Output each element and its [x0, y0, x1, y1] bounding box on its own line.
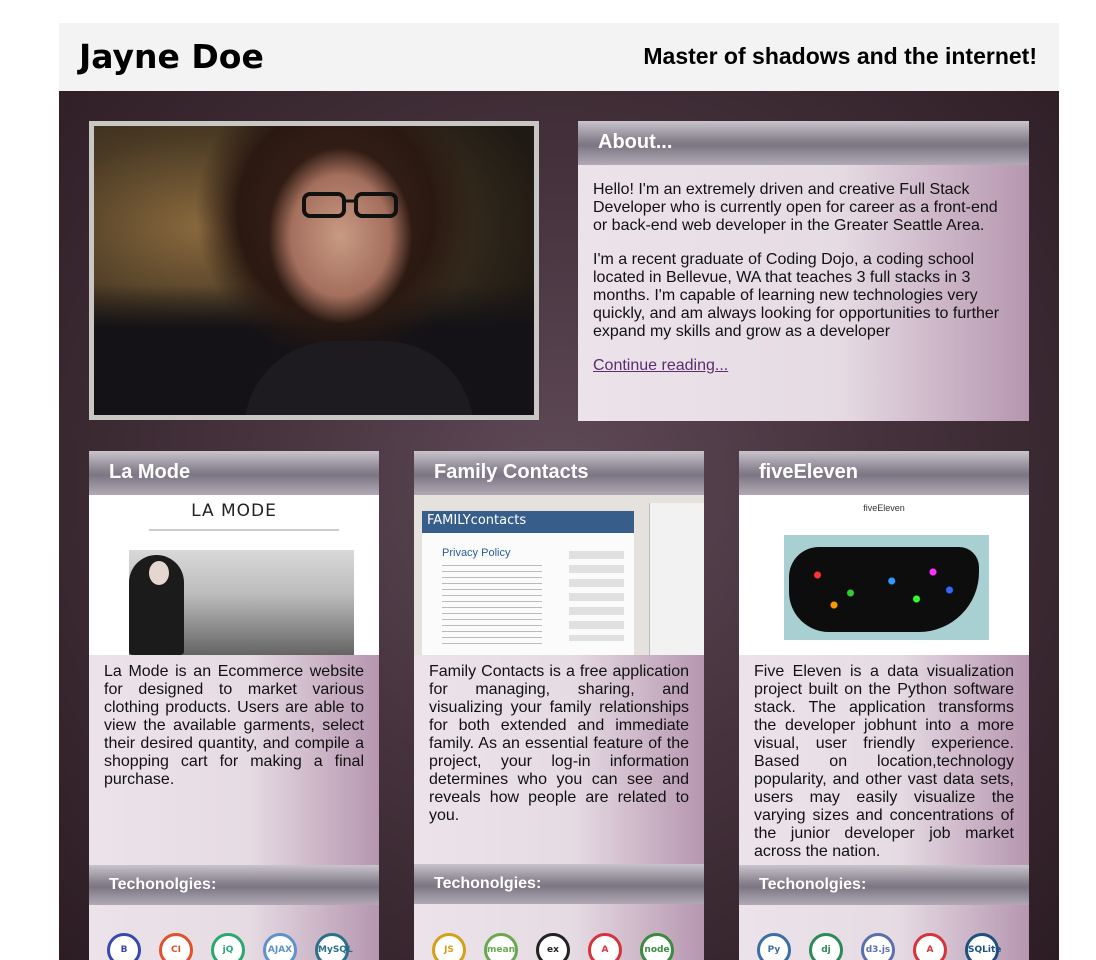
thumb-logo: FAMILYcontacts	[427, 513, 527, 528]
bootstrap-icon[interactable]: B	[107, 933, 141, 960]
project-title: Family Contacts	[434, 461, 589, 483]
mean-icon[interactable]: mean	[484, 933, 518, 960]
project-screenshot[interactable]: LA MODE	[89, 495, 379, 655]
thumb-login-form	[569, 551, 624, 641]
about-paragraph: Hello! I'm an extremely driven and creat…	[593, 181, 998, 234]
javascript-icon[interactable]: JS	[432, 933, 466, 960]
tech-title: Techonolgies:	[109, 876, 217, 893]
sqlite-icon[interactable]: SQLite	[965, 933, 1001, 960]
thumb-map-markers	[801, 557, 966, 617]
project-header: La Mode	[89, 451, 379, 495]
project-title: La Mode	[109, 461, 191, 483]
top-bar: Jayne Doe Master of shadows and the inte…	[59, 23, 1059, 91]
node-icon[interactable]: node	[640, 933, 674, 960]
project-title: fiveEleven	[759, 461, 858, 483]
profile-photo	[94, 126, 534, 415]
ajax-icon[interactable]: AJAX	[263, 933, 297, 960]
glasses-shape	[302, 192, 398, 218]
project-card-family-contacts[interactable]: Family Contacts FAMILYcontacts Privacy P…	[414, 451, 704, 960]
codeigniter-icon[interactable]: CI	[159, 933, 193, 960]
thumb-heading: fiveEleven	[863, 503, 905, 513]
tech-header: Techonolgies:	[414, 864, 704, 904]
project-screenshot[interactable]: fiveEleven	[739, 495, 1029, 655]
python-icon[interactable]: Py	[757, 933, 791, 960]
main-content: About... Hello! I'm an extremely driven …	[59, 91, 1059, 960]
thumb-nav-bar	[149, 529, 339, 531]
about-header: About...	[578, 121, 1029, 165]
about-body: Hello! I'm an extremely driven and creat…	[578, 165, 1029, 375]
project-header: Family Contacts	[414, 451, 704, 495]
thumb-devtools	[649, 503, 704, 655]
mysql-icon[interactable]: MySQL	[315, 933, 353, 960]
tech-title: Techonolgies:	[434, 875, 542, 892]
about-card: About... Hello! I'm an extremely driven …	[578, 121, 1029, 421]
profile-photo-frame	[89, 121, 539, 420]
continue-reading-link[interactable]: Continue reading...	[593, 357, 728, 374]
project-card-la-mode[interactable]: La Mode LA MODE La Mode is an Ecommerce …	[89, 451, 379, 960]
angular-icon[interactable]: A	[913, 933, 947, 960]
thumb-heading: Privacy Policy	[442, 547, 511, 559]
thumb-face	[149, 561, 169, 585]
express-icon[interactable]: ex	[536, 933, 570, 960]
page: Jayne Doe Master of shadows and the inte…	[59, 23, 1059, 960]
about-paragraph: I'm a recent graduate of Coding Dojo, a …	[593, 251, 1000, 340]
tech-icon-row: JS mean ex A node	[432, 933, 692, 960]
site-tagline: Master of shadows and the internet!	[643, 43, 1037, 69]
project-screenshot[interactable]: FAMILYcontacts Privacy Policy	[414, 495, 704, 655]
angular-icon[interactable]: A	[588, 933, 622, 960]
tech-header: Techonolgies:	[739, 865, 1029, 905]
project-description: La Mode is an Ecommerce website for desi…	[104, 663, 364, 788]
thumb-text-lines	[442, 565, 542, 645]
site-brand[interactable]: Jayne Doe	[79, 37, 264, 76]
tech-icon-row: Py dj d3.js A SQLite	[757, 933, 1017, 960]
project-card-five-eleven[interactable]: fiveEleven fiveEleven Five Eleven is a d…	[739, 451, 1029, 960]
project-description: Family Contacts is a free application fo…	[429, 663, 689, 824]
d3-icon[interactable]: d3.js	[861, 933, 895, 960]
tech-title: Techonolgies:	[759, 876, 867, 893]
project-header: fiveEleven	[739, 451, 1029, 495]
tech-icon-row: B CI jQ AJAX MySQL	[107, 933, 367, 960]
photo-shirt	[244, 341, 474, 415]
about-title: About...	[598, 131, 673, 153]
thumb-logo: LA MODE	[191, 501, 277, 521]
jquery-icon[interactable]: jQ	[211, 933, 245, 960]
tech-header: Techonolgies:	[89, 865, 379, 905]
django-icon[interactable]: dj	[809, 933, 843, 960]
project-description: Five Eleven is a data visualization proj…	[754, 663, 1014, 860]
